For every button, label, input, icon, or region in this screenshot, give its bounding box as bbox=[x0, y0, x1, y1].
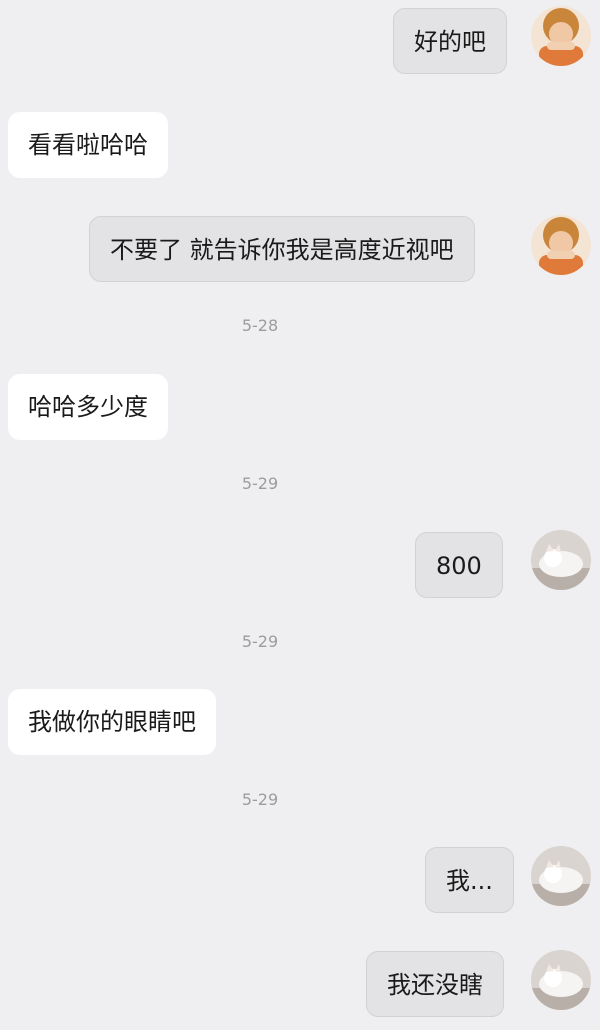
timestamp: 5-29 bbox=[241, 790, 279, 809]
avatar-cat[interactable] bbox=[531, 530, 591, 590]
avatar-cat[interactable] bbox=[531, 846, 591, 906]
timestamp: 5-28 bbox=[241, 316, 279, 335]
avatar-cat[interactable] bbox=[531, 950, 591, 1010]
message-bubble-incoming[interactable]: 哈哈多少度 bbox=[8, 374, 168, 440]
message-bubble-outgoing[interactable]: 我还没瞎 bbox=[366, 951, 504, 1017]
message-bubble-outgoing[interactable]: 我... bbox=[425, 847, 514, 913]
message-bubble-incoming[interactable]: 看看啦哈哈 bbox=[8, 112, 168, 178]
message-bubble-outgoing[interactable]: 好的吧 bbox=[393, 8, 507, 74]
message-bubble-outgoing[interactable]: 800 bbox=[415, 532, 503, 598]
message-bubble-incoming[interactable]: 我做你的眼睛吧 bbox=[8, 689, 216, 755]
avatar-girl[interactable] bbox=[531, 6, 591, 66]
timestamp: 5-29 bbox=[241, 632, 279, 651]
message-bubble-outgoing[interactable]: 不要了 就告诉你我是高度近视吧 bbox=[89, 216, 475, 282]
timestamp: 5-29 bbox=[241, 474, 279, 493]
avatar-girl[interactable] bbox=[531, 215, 591, 275]
